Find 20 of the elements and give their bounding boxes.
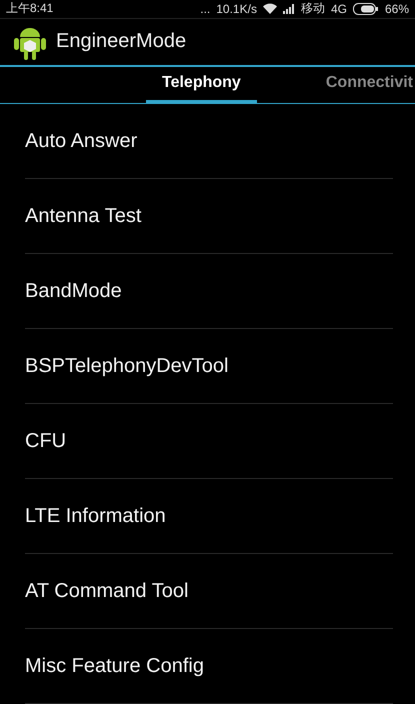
battery-icon (352, 2, 379, 15)
wifi-icon (262, 3, 277, 14)
battery-percent: 66% (384, 2, 409, 16)
menu-item[interactable]: BandMode (25, 254, 393, 329)
tab[interactable]: Telephony (146, 66, 257, 103)
menu-item[interactable]: Antenna Test (25, 179, 393, 254)
tab[interactable]: Connectivit (310, 66, 415, 103)
menu-item[interactable]: AT Command Tool (25, 554, 393, 629)
app-title: EngineerMode (56, 30, 186, 54)
signal-icon (282, 4, 295, 14)
status-dots: ... (200, 2, 210, 16)
network-type: 4G (330, 2, 347, 16)
menu-item[interactable]: Auto Answer (25, 104, 393, 179)
carrier-name: 移动 (300, 0, 325, 18)
menu-item[interactable]: LTE Information (25, 479, 393, 554)
menu-item[interactable]: Misc Feature Config (25, 629, 393, 704)
status-time: 上午8:41 (6, 0, 54, 18)
menu-item[interactable]: CFU (25, 404, 393, 479)
network-speed: 10.1K/s (216, 2, 257, 16)
menu-item[interactable]: BSPTelephonyDevTool (25, 329, 393, 404)
